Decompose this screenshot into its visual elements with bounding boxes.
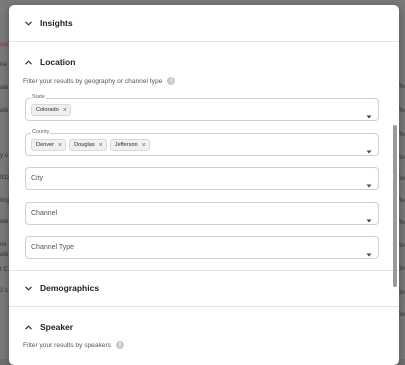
chip-label: Douglas (74, 142, 95, 148)
speaker-description: Filter your results by speakers i (23, 341, 124, 349)
location-description-text: Filter your results by geography or chan… (23, 77, 163, 85)
caret-down-icon[interactable] (366, 142, 372, 154)
info-icon[interactable]: i (115, 341, 124, 349)
close-icon[interactable]: × (142, 142, 146, 149)
section-title-demographics: Demographics (40, 283, 100, 293)
chip-label: Denver (36, 142, 55, 148)
scrollbar[interactable] (393, 125, 397, 287)
caret-down-icon[interactable] (366, 107, 372, 119)
speaker-description-text: Filter your results by speakers (23, 341, 111, 349)
section-title-location: Location (40, 57, 76, 67)
caret-down-icon[interactable] (366, 245, 372, 257)
chevron-down-icon (23, 283, 33, 293)
city-placeholder: City (31, 175, 44, 182)
caret-down-icon[interactable] (366, 211, 372, 223)
bg-fragment: y o (0, 153, 9, 159)
bg-fragment: ate (0, 42, 9, 48)
chevron-down-icon (23, 18, 33, 28)
close-icon[interactable]: × (63, 107, 67, 114)
section-header-speaker[interactable]: Speaker (23, 322, 73, 332)
county-select[interactable]: County Denver × Douglas × Jefferson × (25, 129, 379, 156)
bg-fragment: ate (0, 85, 9, 91)
info-icon[interactable]: i (167, 77, 176, 85)
state-select[interactable]: State Colorado × (25, 94, 379, 121)
divider (9, 306, 399, 307)
chip-label: Jefferson (114, 142, 138, 148)
bg-fragment: ate (0, 252, 9, 258)
state-label: State (31, 94, 46, 100)
chevron-up-icon (23, 57, 33, 67)
county-chips: Denver × Douglas × Jefferson × (31, 139, 150, 151)
chip-county: Denver × (31, 139, 67, 151)
chip-county: Douglas × (69, 139, 107, 151)
location-description: Filter your results by geography or chan… (23, 77, 176, 85)
bg-fragment: ne (0, 242, 7, 248)
divider (9, 270, 399, 271)
close-icon[interactable]: × (58, 142, 62, 149)
county-label: County (31, 129, 51, 135)
channel-type-placeholder: Channel Type (31, 244, 75, 251)
filter-modal: Insights Location Filter your results by… (9, 5, 399, 365)
chip-county: Jefferson × (109, 139, 150, 151)
bg-fragment: ate (0, 219, 9, 225)
bg-fragment: 2 c (0, 288, 9, 294)
section-title-insights: Insights (40, 18, 73, 28)
channel-select[interactable]: Channel (25, 202, 379, 225)
chevron-up-icon (23, 322, 33, 332)
section-header-location[interactable]: Location (23, 57, 75, 67)
section-header-demographics[interactable]: Demographics (23, 283, 99, 293)
close-icon[interactable]: × (99, 142, 103, 149)
caret-down-icon[interactable] (366, 176, 372, 188)
bg-fragment: ate (0, 108, 9, 114)
bg-fragment: ne (0, 62, 7, 68)
chip-label: Colorado (36, 107, 59, 113)
city-select[interactable]: City (25, 167, 379, 190)
section-header-insights[interactable]: Insights (23, 18, 73, 28)
bg-fragment: t C (0, 267, 8, 273)
channel-type-select[interactable]: Channel Type (25, 236, 379, 259)
channel-placeholder: Channel (31, 210, 58, 217)
section-title-speaker: Speaker (40, 322, 74, 332)
background-right-column: Re Re Re Re Re Re Re Re Re Re Re (397, 0, 405, 359)
divider (9, 41, 399, 42)
state-chips: Colorado × (31, 104, 71, 116)
chip-state: Colorado × (31, 104, 71, 116)
